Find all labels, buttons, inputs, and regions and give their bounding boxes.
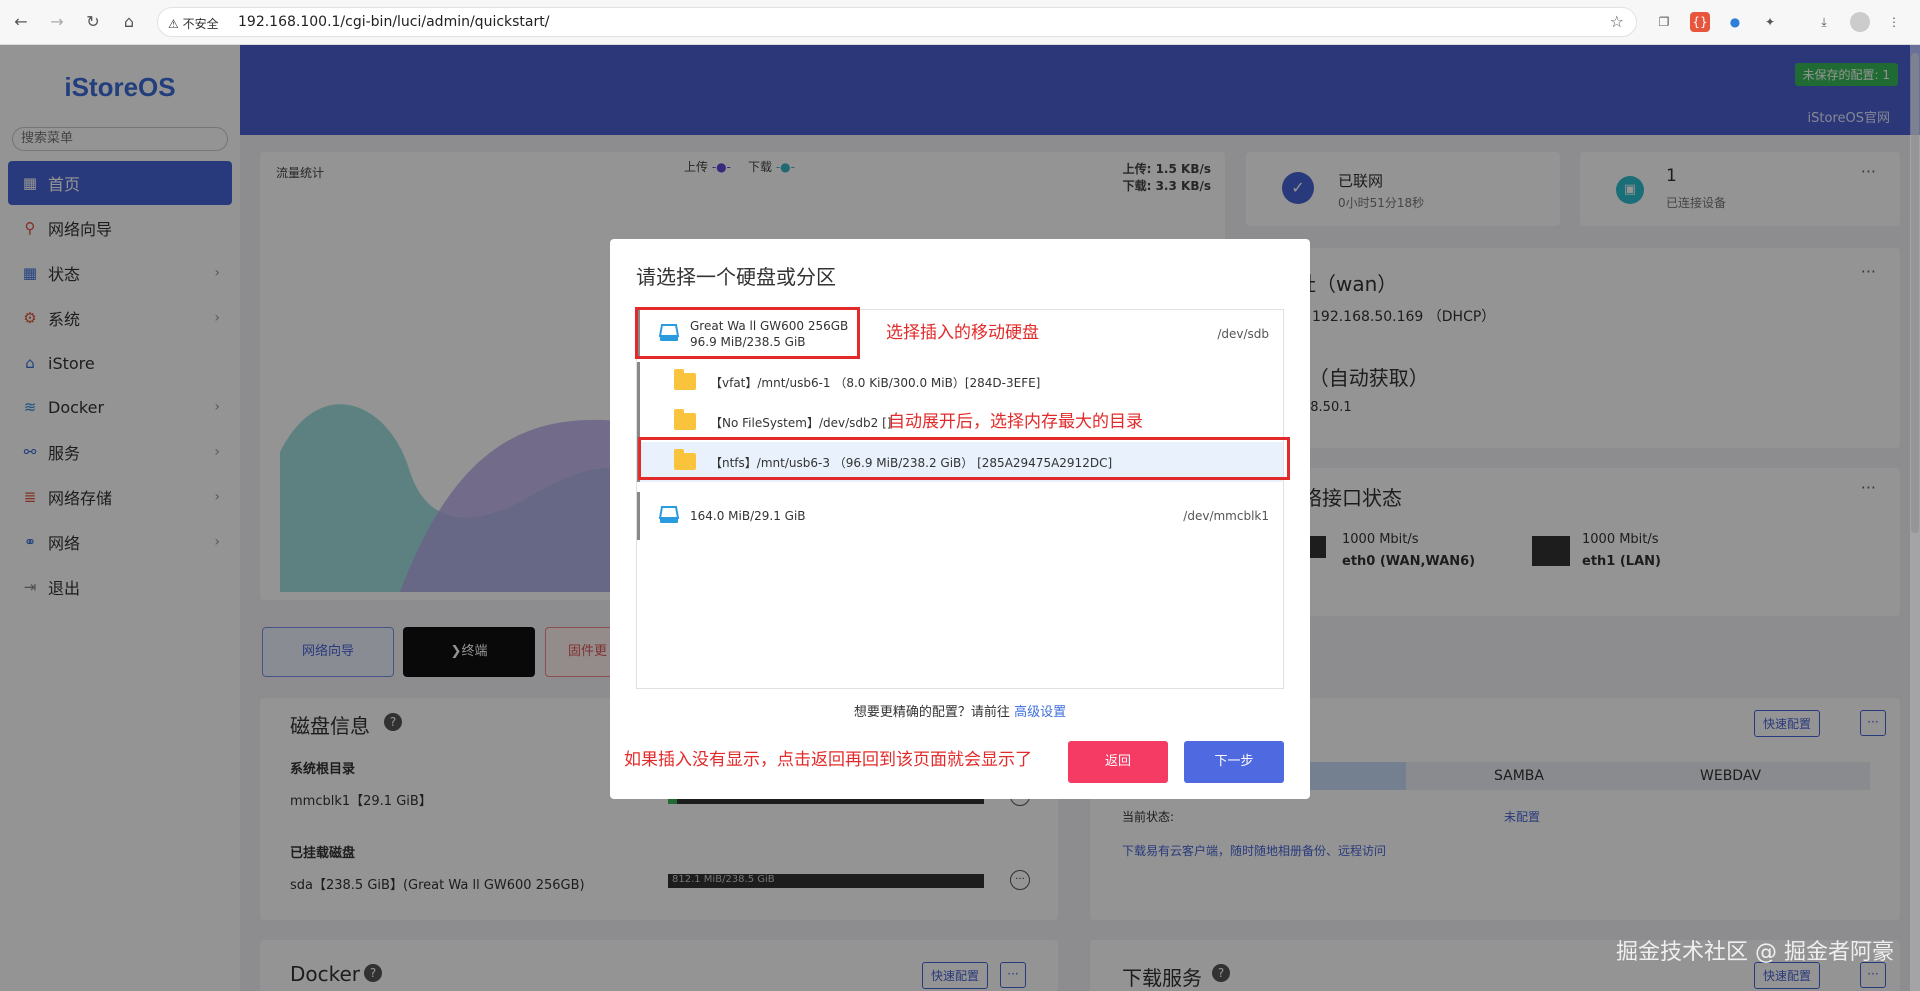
advanced-settings-hint: 想要更精确的配置？请前往 高级设置 [610,701,1310,720]
next-button[interactable]: 下一步 [1184,741,1284,783]
disk-size: 164.0 MiB/29.1 GiB [690,509,806,523]
home-icon[interactable]: ⌂ [118,11,140,33]
partition-row[interactable]: 【vfat】/mnt/usb6-1 （8.0 KiB/300.0 MiB）[28… [637,362,1283,402]
annotation-box-partition [638,437,1290,480]
annotation-not-shown: 如果插入没有显示，点击返回再回到该页面就会显示了 [624,750,1032,770]
annotation-select-dir: 自动展开后，选择内存最大的目录 [888,412,1143,432]
reload-icon[interactable]: ↻ [82,11,104,33]
browser-toolbar: ← → ↻ ⌂ ⚠ 不安全 192.168.100.1/cgi-bin/luci… [0,0,1920,45]
watermark: 掘金技术社区 @ 掘金者阿豪 [1616,940,1894,965]
disk-device: /dev/sdb [1217,327,1269,341]
address-bar[interactable]: ⚠ 不安全 192.168.100.1/cgi-bin/luci/admin/q… [157,7,1637,37]
disk-list: Great Wa ll GW600 256GB 96.9 MiB/238.5 G… [636,309,1284,689]
forward-arrow-icon[interactable]: → [46,11,68,33]
disk-device: /dev/mmcblk1 [1183,509,1269,523]
extension-blue-icon[interactable]: ● [1725,12,1745,32]
bookmark-star-icon[interactable]: ☆ [1610,12,1624,31]
back-arrow-icon[interactable]: ← [10,11,32,33]
dialog-title: 请选择一个硬盘或分区 [636,265,836,289]
menu-dots-icon[interactable]: ⋮ [1884,12,1904,32]
disk-row-mmcblk1[interactable]: 164.0 MiB/29.1 GiB /dev/mmcblk1 [637,492,1283,540]
warning-icon: ⚠ [168,17,179,31]
security-warning[interactable]: ⚠ 不安全 [168,15,219,32]
annotation-box-disk [635,307,860,359]
download-icon[interactable]: ⤓ [1814,12,1834,32]
back-button[interactable]: 返回 [1068,741,1168,783]
partition-label: 【No FileSystem】/dev/sdb2 [] [710,416,892,430]
disk-drive-icon [658,506,680,523]
puzzle-icon[interactable]: ✦ [1760,12,1780,32]
disk-select-dialog: 请选择一个硬盘或分区 Great Wa ll GW600 256GB 96.9 … [610,239,1310,799]
profile-avatar[interactable] [1850,12,1870,32]
partition-label: 【vfat】/mnt/usb6-1 （8.0 KiB/300.0 MiB）[28… [710,376,1041,390]
annotation-select-disk: 选择插入的移动硬盘 [886,323,1039,343]
scrollbar-thumb[interactable] [1911,53,1919,533]
page-scrollbar[interactable] [1910,45,1920,991]
security-label: 不安全 [182,17,219,31]
folder-icon [674,369,696,390]
advanced-settings-link[interactable]: 高级设置 [1014,705,1066,720]
hint-text: 想要更精确的配置？请前往 [853,705,1010,720]
folder-icon [674,409,696,430]
extension-icon[interactable]: {} [1690,12,1710,32]
copy-icon[interactable]: ❐ [1654,12,1674,32]
url-text[interactable]: 192.168.100.1/cgi-bin/luci/admin/quickst… [238,14,549,30]
